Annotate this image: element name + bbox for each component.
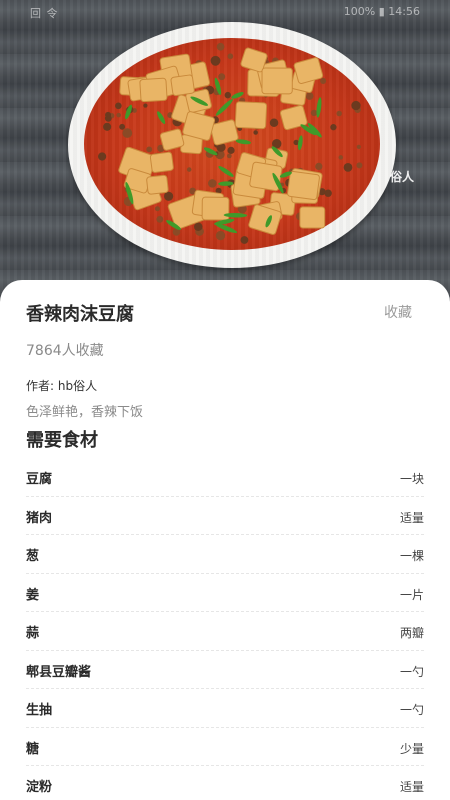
dish-illustration (97, 42, 363, 244)
ingredient-row: 豆腐 一块 (26, 458, 424, 497)
ingredient-row: 葱 一棵 (26, 535, 424, 574)
ingredient-quantity: 一棵 (399, 549, 424, 563)
recipe-description: 色泽鲜艳，香辣下饭 (26, 405, 144, 420)
ingredient-list: 豆腐 一块 猪肉 适量 葱 一棵 姜 一片 蒜 两瓣 郫县豆瓣酱 一勺 生抽 一… (26, 458, 424, 800)
recipe-title: 香辣肉沫豆腐 (26, 304, 134, 325)
ingredient-name: 糖 (26, 741, 40, 757)
status-icons: 回 令 (30, 7, 59, 20)
status-bar: 回 令 100% ▮ 14:56 (0, 0, 450, 24)
ingredient-quantity: 一勺 (399, 703, 424, 717)
recipe-hero-image: 回 令 100% ▮ 14:56 俗人 (0, 0, 450, 300)
ingredient-quantity: 适量 (399, 510, 424, 525)
ingredient-row: 姜 一片 (26, 574, 424, 612)
collect-count: 7864人收藏 (26, 343, 104, 359)
photo-watermark: 俗人 (389, 170, 414, 184)
ingredient-quantity: 一块 (399, 472, 424, 486)
ingredients-heading: 需要食材 (26, 430, 98, 451)
ingredient-row: 郫县豆瓣酱 一勺 (26, 651, 424, 689)
ingredient-name: 生抽 (26, 703, 53, 718)
ingredient-quantity: 少量 (399, 741, 424, 756)
ingredient-name: 葱 (26, 549, 40, 564)
ingredient-name: 淀粉 (26, 780, 53, 795)
ingredient-quantity: 适量 (399, 780, 424, 794)
ingredient-name: 蒜 (26, 626, 40, 641)
ingredient-name: 郫县豆瓣酱 (26, 664, 92, 680)
ingredient-quantity: 两瓣 (399, 626, 424, 640)
ingredient-name: 豆腐 (26, 472, 53, 487)
ingredient-row: 糖 少量 (26, 728, 424, 766)
recipe-detail-sheet: 香辣肉沫豆腐 收藏 7864人收藏 作者: hb俗人 色泽鲜艳，香辣下饭 需要食… (0, 280, 450, 800)
ingredient-quantity: 一片 (399, 587, 424, 602)
ingredient-row: 猪肉 适量 (26, 497, 424, 535)
ingredient-name: 姜 (26, 587, 40, 603)
ingredient-row: 蒜 两瓣 (26, 612, 424, 651)
ingredient-name: 猪肉 (26, 510, 53, 526)
ingredient-quantity: 一勺 (399, 664, 424, 679)
ingredient-row: 淀粉 适量 (26, 766, 424, 800)
ingredient-row: 生抽 一勺 (26, 689, 424, 728)
recipe-author: 作者: hb俗人 (26, 379, 98, 393)
collect-button[interactable]: 收藏 (384, 302, 412, 322)
status-battery-time: 100% ▮ 14:56 (343, 5, 420, 18)
